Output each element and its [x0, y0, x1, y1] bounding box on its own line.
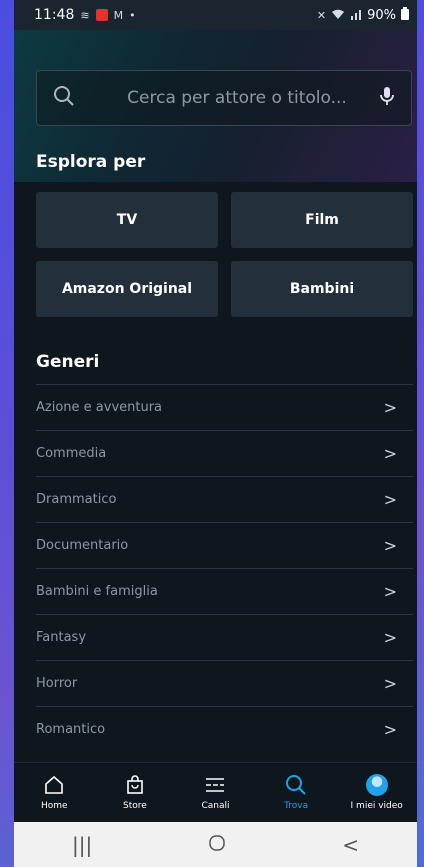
dot-icon: •: [129, 8, 136, 22]
nav-label: Trova: [284, 801, 309, 811]
chevron-right-icon: >: [383, 490, 397, 509]
mute-icon: ✕: [316, 8, 327, 22]
chevron-right-icon: >: [383, 444, 397, 463]
nav-label: Canali: [201, 801, 230, 811]
genre-item-azione[interactable]: Azione e avventura >: [36, 384, 413, 430]
explore-heading: Esplora per: [36, 152, 146, 172]
tile-amazon-original[interactable]: Amazon Original: [36, 261, 218, 317]
search-icon: [285, 774, 307, 796]
home-circle-icon[interactable]: [208, 833, 226, 857]
genre-item-romantico[interactable]: Romantico >: [36, 706, 413, 752]
tile-bambini[interactable]: Bambini: [231, 261, 413, 317]
chevron-right-icon: >: [383, 720, 397, 739]
search-input[interactable]: Cerca per attore o titolo...: [36, 70, 412, 126]
status-bar: 11:48 ≋ M • ✕ 90%: [14, 0, 417, 30]
genre-label: Azione e avventura: [36, 400, 163, 415]
genre-label: Commedia: [36, 446, 107, 461]
genre-item-commedia[interactable]: Commedia >: [36, 430, 413, 476]
genre-label: Romantico: [36, 722, 106, 737]
signal-icon: [350, 8, 362, 23]
nav-canali[interactable]: Canali: [175, 763, 256, 822]
genre-list: Azione e avventura > Commedia > Drammatico…: [36, 384, 413, 752]
status-time: 11:48: [34, 7, 75, 23]
genre-label: Bambini e famiglia: [36, 584, 158, 599]
chevron-right-icon: >: [383, 398, 397, 417]
search-icon: [53, 85, 75, 111]
notification-icon: ≋: [80, 8, 90, 22]
genre-label: Documentario: [36, 538, 129, 553]
genre-item-drammatico[interactable]: Drammatico >: [36, 476, 413, 522]
search-placeholder: Cerca per attore o titolo...: [127, 88, 347, 108]
nav-my-videos[interactable]: I miei video: [336, 763, 417, 822]
chevron-right-icon: >: [383, 628, 397, 647]
back-icon[interactable]: <: [342, 833, 359, 857]
explore-grid: TV Film Amazon Original Bambini: [36, 192, 413, 317]
genres-heading: Generi: [36, 352, 100, 372]
app-notification-icon: [95, 9, 108, 21]
mail-icon: M: [113, 8, 124, 22]
chevron-right-icon: >: [383, 582, 397, 601]
phone-screen: 11:48 ≋ M • ✕ 90% Cerca per attore o tit…: [14, 0, 417, 867]
system-navigation-bar: ||| <: [14, 822, 417, 867]
genre-label: Horror: [36, 676, 78, 691]
genre-item-fantasy[interactable]: Fantasy >: [36, 614, 413, 660]
genre-label: Drammatico: [36, 492, 117, 507]
nav-label: I miei video: [350, 801, 403, 811]
bottom-navigation: Home Store Canali Trova I miei video: [14, 762, 417, 822]
genre-label: Fantasy: [36, 630, 87, 645]
microphone-icon[interactable]: [379, 86, 395, 110]
genre-item-horror[interactable]: Horror >: [36, 660, 413, 706]
nav-store[interactable]: Store: [95, 763, 176, 822]
channels-icon: [204, 774, 226, 796]
chevron-right-icon: >: [383, 536, 397, 555]
battery-icon: [401, 6, 409, 24]
nav-trova[interactable]: Trova: [256, 763, 337, 822]
genre-item-bambini-famiglia[interactable]: Bambini e famiglia >: [36, 568, 413, 614]
tile-tv[interactable]: TV: [36, 192, 218, 248]
genre-item-documentario[interactable]: Documentario >: [36, 522, 413, 568]
recents-icon[interactable]: |||: [72, 833, 92, 857]
nav-label: Home: [41, 801, 68, 811]
battery-percent: 90%: [367, 7, 396, 23]
tile-film[interactable]: Film: [231, 192, 413, 248]
bag-icon: [125, 774, 145, 796]
wifi-icon: [331, 8, 345, 23]
nav-label: Store: [122, 801, 147, 811]
chevron-right-icon: >: [383, 674, 397, 693]
avatar-icon: [365, 774, 388, 796]
nav-home[interactable]: Home: [14, 763, 95, 822]
home-icon: [44, 774, 64, 796]
